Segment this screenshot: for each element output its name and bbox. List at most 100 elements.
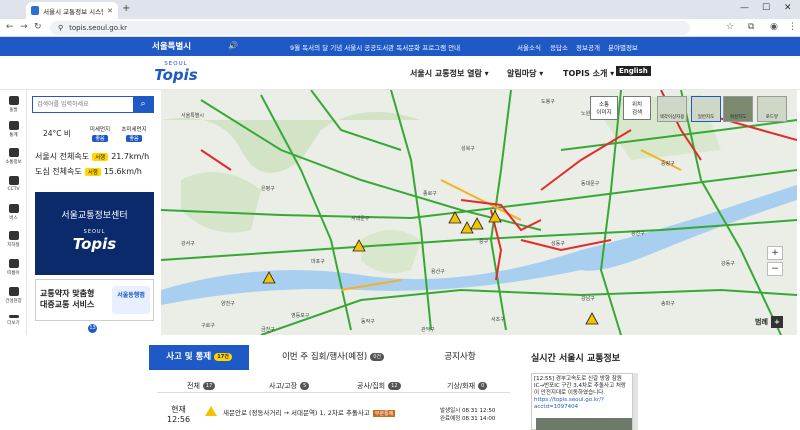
traffic-image-button[interactable]: 소통 이미지 bbox=[590, 96, 618, 120]
nav-traffic-flow[interactable]: 소통정보 bbox=[0, 148, 27, 165]
map-canvas bbox=[161, 90, 797, 335]
layer-satellite[interactable]: 위성지도 bbox=[723, 96, 753, 122]
nav-more[interactable]: 더보기 bbox=[0, 315, 27, 326]
map-label: 도봉구 bbox=[541, 99, 555, 105]
nav-cctv[interactable]: CCTV bbox=[0, 176, 27, 192]
bus-icon bbox=[8, 204, 19, 213]
notice-text[interactable]: 9월 독서의 달 기념 서울시 공공도서관 독서문화 프로그램 안내 bbox=[290, 42, 460, 52]
tab-notices[interactable]: 공지사항 bbox=[410, 345, 510, 370]
zoom-in-button[interactable]: + bbox=[767, 246, 783, 260]
link-seoul-news[interactable]: 서울소식 bbox=[517, 42, 541, 52]
nav-ddareungi[interactable]: 따릉이 bbox=[0, 259, 27, 276]
seoul-brand[interactable]: 서울특별시 bbox=[152, 40, 191, 52]
address-bar[interactable]: ⚲ topis.seoul.go.kr bbox=[50, 21, 690, 35]
subtab-accident[interactable]: 사고/고장 5 bbox=[269, 381, 310, 391]
live-traffic-link[interactable]: https://topis.seoul.go.kr/?acctd=1097404 bbox=[534, 397, 604, 410]
reload-icon[interactable]: ↻ bbox=[34, 22, 42, 32]
incident-text: 새문안로 (정동사거리 → 서대문역) 1, 2차로 추돌사고 부분통제 bbox=[223, 409, 396, 417]
maximize-icon[interactable]: ☐ bbox=[762, 3, 770, 13]
map-label: 용산구 bbox=[431, 269, 445, 275]
nav-subway[interactable]: 지하철 bbox=[0, 231, 27, 248]
incident-item[interactable]: 현재 12:56 새문안로 (정동사거리 → 서대문역) 1, 2차로 추돌사고… bbox=[157, 399, 510, 429]
tab-events[interactable]: 이번 주 집회/행사(예정) 0건 bbox=[258, 345, 408, 370]
map-label: 서대문구 bbox=[351, 216, 370, 222]
weather-temp: 24°C 비 bbox=[43, 129, 71, 138]
nav-stats[interactable]: 통계 bbox=[0, 121, 27, 138]
banner-page-indicator[interactable]: 13 bbox=[88, 324, 97, 333]
speaker-icon[interactable]: 🔊 bbox=[228, 41, 238, 50]
new-tab-icon[interactable]: + bbox=[122, 3, 130, 14]
map-label: 성북구 bbox=[461, 146, 475, 152]
url-text: topis.seoul.go.kr bbox=[69, 24, 128, 32]
topis-center-banner[interactable]: 서울교통정보센터 SEOUL Topis bbox=[35, 192, 154, 275]
profile-icon[interactable]: ◉ bbox=[770, 22, 778, 32]
speed-downtown: 도심 전체속도 서행 15.6km/h bbox=[35, 167, 142, 176]
subway-icon bbox=[8, 231, 19, 240]
accessibility-banner[interactable]: 교통약자 맞춤형 대중교통 서비스 서울동행맵 bbox=[35, 279, 154, 321]
menu-notice[interactable]: 알림마당 ▾ bbox=[507, 68, 543, 79]
nav-bus[interactable]: 버스 bbox=[0, 204, 27, 221]
link-eungdapso[interactable]: 응답소 bbox=[550, 42, 568, 52]
current-time: 현재 12:56 bbox=[167, 405, 191, 424]
construction-icon bbox=[8, 287, 19, 296]
live-traffic-thumbnail bbox=[536, 418, 632, 430]
map-label: 강서구 bbox=[181, 241, 195, 247]
location-search-button[interactable]: 위치 검색 bbox=[623, 96, 651, 120]
map-label: 송파구 bbox=[661, 301, 675, 307]
tab-title: 서울시 교통정보 시스템 - TOPIS bbox=[43, 7, 103, 16]
more-icon bbox=[8, 315, 19, 318]
close-window-icon[interactable]: ✕ bbox=[784, 3, 792, 13]
map-label: 중랑구 bbox=[661, 161, 675, 167]
link-info-open[interactable]: 정보공개 bbox=[576, 42, 600, 52]
browser-tab[interactable]: 서울시 교통정보 시스템 - TOPIS ✕ bbox=[26, 2, 118, 19]
nav-incident[interactable]: 돌발 bbox=[0, 96, 27, 113]
site-info-icon[interactable]: ⚲ bbox=[58, 24, 63, 32]
map-label: 종로구 bbox=[423, 191, 437, 197]
map-label: 동작구 bbox=[361, 319, 375, 325]
layer-normal[interactable]: 일반지도 bbox=[691, 96, 721, 122]
feed-scrollbar[interactable] bbox=[633, 373, 638, 430]
map-legend[interactable]: 범례 + bbox=[755, 316, 783, 328]
english-button[interactable]: English bbox=[616, 66, 651, 76]
tab-incidents[interactable]: 사고 및 통제 17건 bbox=[149, 345, 249, 370]
favicon-icon bbox=[31, 6, 40, 15]
nav-construction[interactable]: 건설현장 bbox=[0, 287, 27, 304]
site-header: SEOUL Topis 서울시 교통정보 열람 ▾ 알림마당 ▾ TOPIS 소… bbox=[0, 56, 800, 90]
search-input[interactable] bbox=[33, 97, 133, 112]
layer-colorblind[interactable]: 색각이상자용 bbox=[657, 96, 687, 122]
bookmark-star-icon[interactable]: ☆ bbox=[726, 22, 734, 32]
companion-map-badge: 서울동행맵 bbox=[112, 286, 150, 314]
map-label: 성동구 bbox=[551, 241, 565, 247]
back-icon[interactable]: ← bbox=[6, 22, 14, 32]
map-label: 중구 bbox=[479, 239, 489, 245]
cctv-icon bbox=[8, 176, 19, 185]
minimize-icon[interactable]: — bbox=[740, 3, 749, 13]
zoom-out-button[interactable]: − bbox=[767, 262, 783, 276]
forward-icon[interactable]: → bbox=[20, 22, 28, 32]
ultrafine-dust: 초미세먼지 좋음 bbox=[121, 127, 147, 142]
link-field-info[interactable]: 분야별정보 bbox=[608, 42, 638, 52]
subtab-weather[interactable]: 기상/화재 0 bbox=[447, 381, 488, 391]
fine-dust: 미세먼지 좋음 bbox=[89, 127, 111, 142]
bicycle-icon bbox=[8, 259, 19, 268]
map-label: 동대문구 bbox=[581, 181, 600, 187]
traffic-map[interactable]: 서울특별시 은평구 성북구 노원구 도봉구 서대문구 종로구 중구 마포구 용산… bbox=[161, 90, 797, 335]
menu-traffic-info[interactable]: 서울시 교통정보 열람 ▾ bbox=[410, 68, 489, 79]
topis-logo[interactable]: SEOUL Topis bbox=[148, 61, 204, 87]
incident-subtabs: 전체 17 사고/고장 5 공사/집회 12 기상/화재 0 bbox=[157, 379, 510, 393]
subtab-all[interactable]: 전체 17 bbox=[187, 381, 216, 391]
close-icon[interactable]: ✕ bbox=[107, 7, 113, 15]
subtab-construction[interactable]: 공사/집회 12 bbox=[357, 381, 401, 391]
menu-topis-about[interactable]: TOPIS 소개 ▾ bbox=[563, 68, 614, 79]
expand-icon[interactable]: + bbox=[770, 316, 783, 328]
map-label: 영등포구 bbox=[291, 313, 310, 319]
live-traffic-title: 실시간 서울시 교통정보 bbox=[531, 354, 621, 364]
map-label: 금천구 bbox=[261, 327, 275, 333]
extensions-icon[interactable]: ⧉ bbox=[748, 22, 754, 32]
layer-roadview[interactable]: 로드뷰 bbox=[757, 96, 787, 122]
search-box: ⌕ bbox=[32, 96, 154, 113]
browser-tab-strip: 서울시 교통정보 시스템 - TOPIS ✕ + — ☐ ✕ bbox=[0, 0, 800, 19]
search-icon[interactable]: ⌕ bbox=[133, 97, 153, 112]
menu-icon[interactable]: ⋮ bbox=[788, 22, 797, 32]
map-label: 마포구 bbox=[311, 259, 325, 265]
